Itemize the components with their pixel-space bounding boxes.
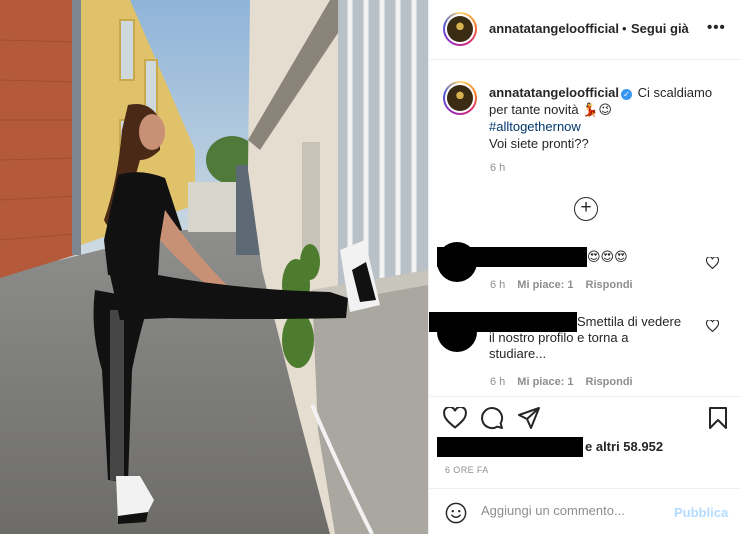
- hashtag-link[interactable]: #alltogethernow: [489, 119, 581, 134]
- comment-meta: 6 h Mi piace: 1 Rispondi: [490, 376, 633, 388]
- add-comment-bar: Pubblica: [429, 488, 740, 534]
- post-image: [0, 0, 428, 534]
- redacted-username: [437, 247, 587, 267]
- comment-time[interactable]: 6 h: [490, 279, 505, 291]
- post-header: annatatangeloofficial • Segui già •••: [429, 0, 740, 60]
- caption-line-3: Voi siete pronti??: [489, 136, 589, 151]
- author-username-link[interactable]: annatatangeloofficial: [489, 21, 619, 36]
- comment-likes[interactable]: Mi piace: 1: [517, 376, 573, 388]
- comment-text: 😍😍😍: [587, 249, 628, 264]
- comment-meta: 6 h Mi piace: 1 Rispondi: [490, 279, 633, 291]
- comment-likes[interactable]: Mi piace: 1: [517, 279, 573, 291]
- author-avatar[interactable]: [443, 12, 477, 46]
- comment-input[interactable]: [481, 503, 661, 518]
- comment-icon[interactable]: [480, 406, 504, 430]
- verified-icon: ✓: [621, 89, 633, 100]
- comment-text: Smettila di vedere il nostro profilo e t…: [489, 314, 682, 361]
- reply-button[interactable]: Rispondi: [586, 376, 633, 388]
- comment-time[interactable]: 6 h: [490, 376, 505, 388]
- comment-heart-icon[interactable]: [706, 257, 719, 269]
- post-date[interactable]: 6 ORE FA: [445, 465, 489, 475]
- more-icon[interactable]: •••: [707, 19, 726, 36]
- likes-count[interactable]: e altri 58.952: [585, 439, 663, 454]
- share-icon[interactable]: [517, 406, 541, 430]
- bookmark-icon[interactable]: [708, 406, 728, 430]
- action-bar: [429, 396, 740, 436]
- post-side-panel: annatatangeloofficial • Segui già ••• an…: [428, 0, 740, 534]
- following-button[interactable]: Segui già: [631, 21, 689, 36]
- caption-timestamp[interactable]: 6 h: [490, 162, 505, 174]
- redacted-liker: [437, 437, 583, 457]
- caption-avatar[interactable]: [443, 81, 477, 115]
- plus-circle-icon[interactable]: +: [574, 197, 598, 221]
- reply-button[interactable]: Rispondi: [586, 279, 633, 291]
- emoji-icon[interactable]: [445, 502, 467, 524]
- caption-username-link[interactable]: annatatangeloofficial: [489, 85, 619, 100]
- caption-text: annatatangeloofficial ✓ Ci scaldiamo per …: [489, 84, 729, 152]
- post-photo[interactable]: [0, 0, 428, 534]
- heart-icon[interactable]: [443, 407, 467, 429]
- publish-button[interactable]: Pubblica: [674, 505, 728, 520]
- separator-dot: •: [622, 21, 627, 36]
- comment-heart-icon[interactable]: [706, 320, 719, 332]
